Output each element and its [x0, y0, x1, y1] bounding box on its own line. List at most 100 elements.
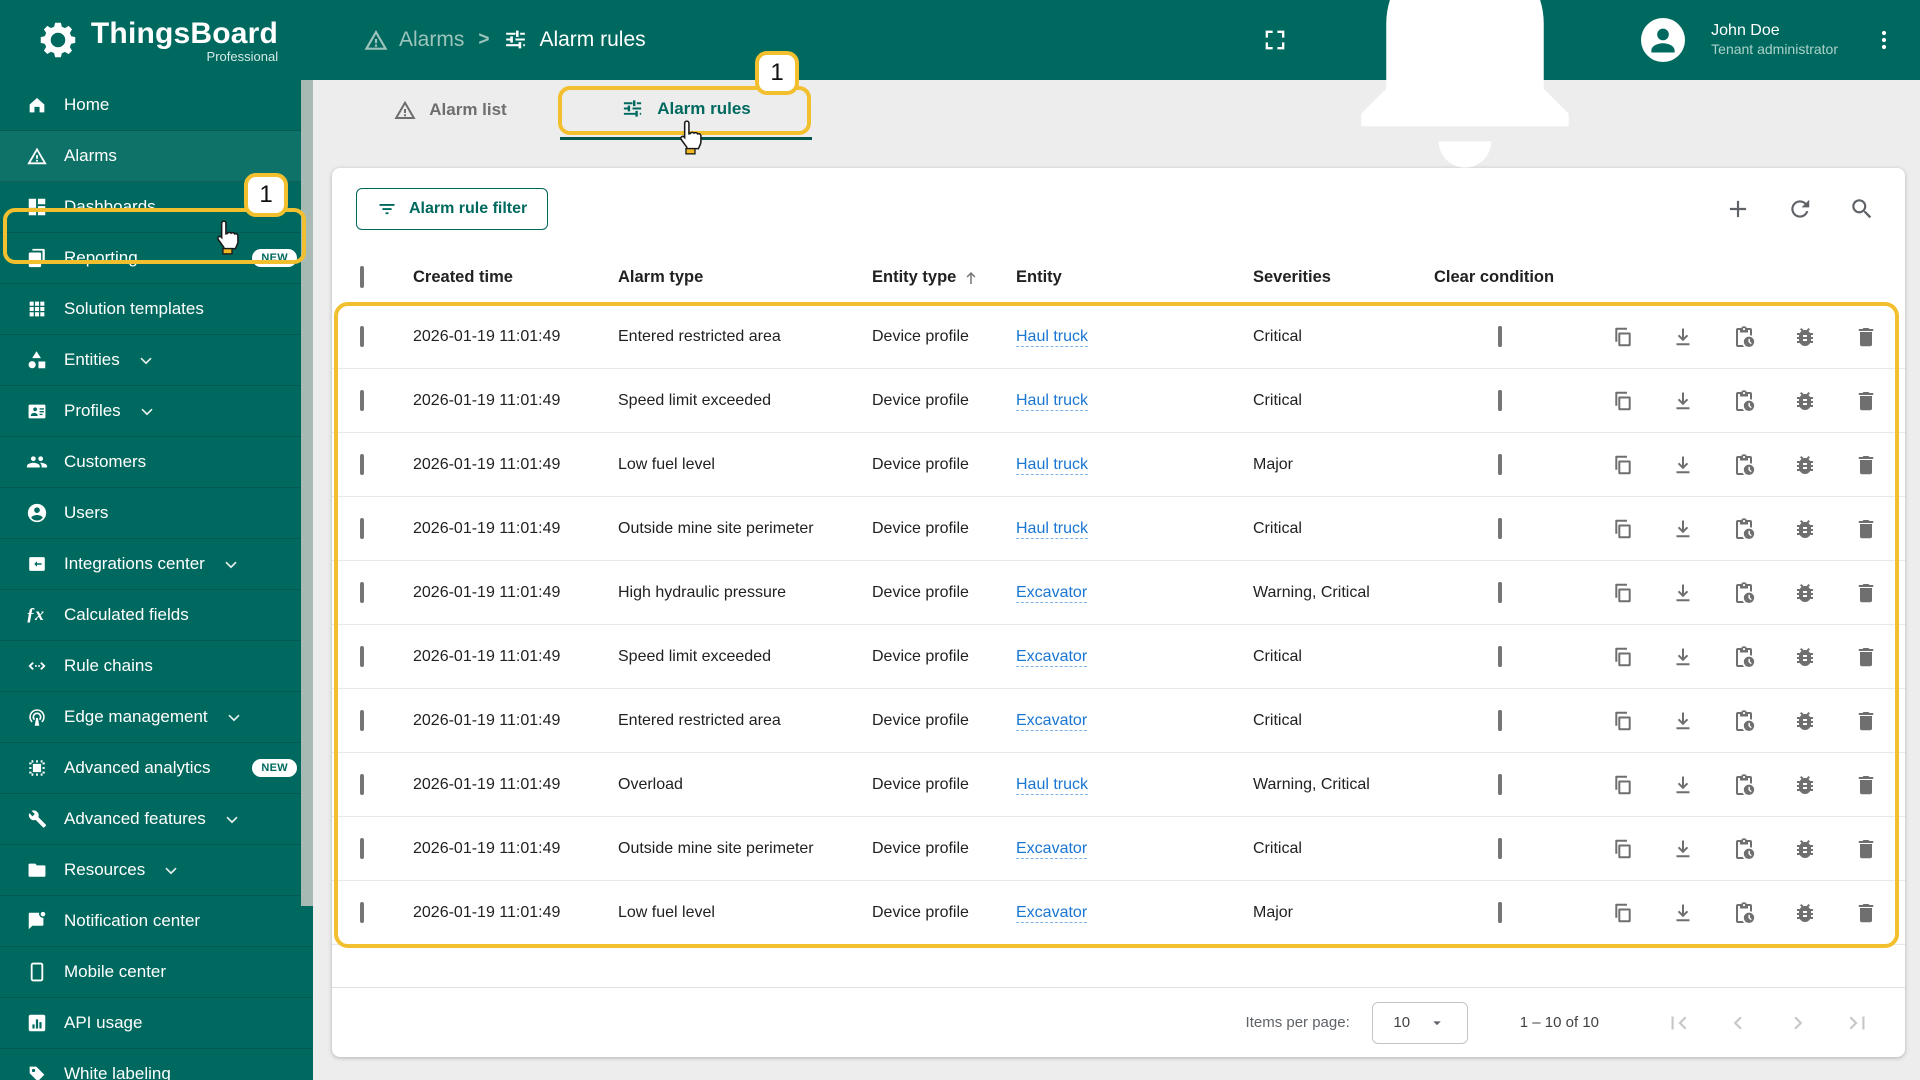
sidebar-item[interactable]: Entities: [0, 335, 313, 386]
pending-icon[interactable]: [1732, 389, 1756, 413]
notifications-button[interactable]: 21: [1315, 0, 1615, 190]
pending-icon[interactable]: [1732, 837, 1756, 861]
pending-icon[interactable]: [1732, 709, 1756, 733]
sidebar-item[interactable]: White labeling: [0, 1049, 313, 1080]
pending-icon[interactable]: [1732, 581, 1756, 605]
entity-link[interactable]: Excavator: [1016, 839, 1088, 859]
sidebar-item[interactable]: Customers: [0, 437, 313, 488]
entity-link[interactable]: Haul truck: [1016, 455, 1089, 475]
column-header-severities[interactable]: Severities: [1253, 268, 1434, 287]
sidebar-item[interactable]: Home: [0, 80, 313, 131]
user-info[interactable]: John Doe Tenant administrator: [1711, 21, 1838, 59]
delete-icon[interactable]: [1854, 837, 1878, 861]
sidebar-item[interactable]: Integrations center: [0, 539, 313, 590]
avatar[interactable]: [1641, 18, 1686, 62]
debug-icon[interactable]: [1793, 837, 1817, 861]
entity-link[interactable]: Haul truck: [1016, 391, 1089, 411]
delete-icon[interactable]: [1854, 901, 1878, 925]
column-header-entity-type[interactable]: Entity type: [872, 268, 1016, 287]
debug-icon[interactable]: [1793, 645, 1817, 669]
column-header-entity[interactable]: Entity: [1016, 268, 1253, 287]
entity-link[interactable]: Haul truck: [1016, 775, 1089, 795]
column-header-clear-condition[interactable]: Clear condition: [1434, 268, 1602, 287]
next-page-icon[interactable]: [1785, 1010, 1811, 1036]
delete-icon[interactable]: [1854, 773, 1878, 797]
sidebar-item[interactable]: Reporting NEW: [0, 233, 313, 284]
debug-icon[interactable]: [1793, 709, 1817, 733]
clear-condition-checkbox[interactable]: [1498, 645, 1502, 667]
table-row[interactable]: 2026-01-19 11:01:49 High hydraulic press…: [332, 561, 1905, 625]
pending-icon[interactable]: [1732, 517, 1756, 541]
last-page-icon[interactable]: [1845, 1010, 1871, 1036]
prev-page-icon[interactable]: [1725, 1010, 1751, 1036]
export-icon[interactable]: [1671, 389, 1695, 413]
table-row[interactable]: 2026-01-19 11:01:49 Entered restricted a…: [332, 305, 1905, 369]
sidebar-item[interactable]: Users: [0, 488, 313, 539]
export-icon[interactable]: [1671, 901, 1695, 925]
table-row[interactable]: 2026-01-19 11:01:49 Outside mine site pe…: [332, 497, 1905, 561]
clear-condition-checkbox[interactable]: [1498, 901, 1502, 923]
sidebar-item[interactable]: Solution templates: [0, 284, 313, 335]
copy-icon[interactable]: [1610, 325, 1634, 349]
sidebar-item[interactable]: Notification center: [0, 896, 313, 947]
pending-icon[interactable]: [1732, 901, 1756, 925]
fullscreen-icon[interactable]: [1261, 26, 1289, 54]
row-checkbox[interactable]: [360, 517, 364, 539]
row-checkbox[interactable]: [360, 901, 364, 923]
export-icon[interactable]: [1671, 517, 1695, 541]
export-icon[interactable]: [1671, 709, 1695, 733]
entity-link[interactable]: Excavator: [1016, 711, 1088, 731]
entity-link[interactable]: Excavator: [1016, 903, 1088, 923]
export-icon[interactable]: [1671, 645, 1695, 669]
delete-icon[interactable]: [1854, 453, 1878, 477]
sidebar-item[interactable]: Profiles: [0, 386, 313, 437]
copy-icon[interactable]: [1610, 645, 1634, 669]
sidebar-item[interactable]: API usage: [0, 998, 313, 1049]
sidebar-item[interactable]: Mobile center: [0, 947, 313, 998]
copy-icon[interactable]: [1610, 453, 1634, 477]
row-checkbox[interactable]: [360, 389, 364, 411]
delete-icon[interactable]: [1854, 389, 1878, 413]
entity-link[interactable]: Excavator: [1016, 647, 1088, 667]
table-row[interactable]: 2026-01-19 11:01:49 Entered restricted a…: [332, 689, 1905, 753]
column-header-alarm-type[interactable]: Alarm type: [618, 268, 872, 287]
row-checkbox[interactable]: [360, 645, 364, 667]
delete-icon[interactable]: [1854, 581, 1878, 605]
debug-icon[interactable]: [1793, 581, 1817, 605]
select-all-checkbox[interactable]: [360, 266, 364, 288]
add-icon[interactable]: [1725, 196, 1751, 222]
export-icon[interactable]: [1671, 325, 1695, 349]
export-icon[interactable]: [1671, 453, 1695, 477]
debug-icon[interactable]: [1793, 517, 1817, 541]
pending-icon[interactable]: [1732, 773, 1756, 797]
sidebar-item[interactable]: Advanced analytics NEW: [0, 743, 313, 794]
breadcrumb-alarms[interactable]: Alarms: [363, 27, 464, 53]
copy-icon[interactable]: [1610, 837, 1634, 861]
row-checkbox[interactable]: [360, 453, 364, 475]
row-checkbox[interactable]: [360, 837, 364, 859]
items-per-page-select[interactable]: 10: [1371, 1001, 1468, 1044]
pending-icon[interactable]: [1732, 645, 1756, 669]
column-header-created-time[interactable]: Created time: [413, 268, 618, 287]
clear-condition-checkbox[interactable]: [1498, 517, 1502, 539]
export-icon[interactable]: [1671, 773, 1695, 797]
export-icon[interactable]: [1671, 837, 1695, 861]
breadcrumb-alarm-rules[interactable]: Alarm rules: [503, 27, 646, 53]
refresh-icon[interactable]: [1787, 196, 1813, 222]
pending-icon[interactable]: [1732, 453, 1756, 477]
clear-condition-checkbox[interactable]: [1498, 709, 1502, 731]
debug-icon[interactable]: [1793, 773, 1817, 797]
entity-link[interactable]: Haul truck: [1016, 519, 1089, 539]
entity-link[interactable]: Haul truck: [1016, 327, 1089, 347]
sidebar-item[interactable]: ƒx Calculated fields: [0, 590, 313, 641]
delete-icon[interactable]: [1854, 645, 1878, 669]
alarm-rule-filter-button[interactable]: Alarm rule filter: [356, 188, 549, 230]
entity-link[interactable]: Excavator: [1016, 583, 1088, 603]
delete-icon[interactable]: [1854, 709, 1878, 733]
row-checkbox[interactable]: [360, 581, 364, 603]
sidebar-item[interactable]: Edge management: [0, 692, 313, 743]
pending-icon[interactable]: [1732, 325, 1756, 349]
sidebar-scrollbar[interactable]: [301, 80, 313, 906]
clear-condition-checkbox[interactable]: [1498, 837, 1502, 859]
clear-condition-checkbox[interactable]: [1498, 389, 1502, 411]
